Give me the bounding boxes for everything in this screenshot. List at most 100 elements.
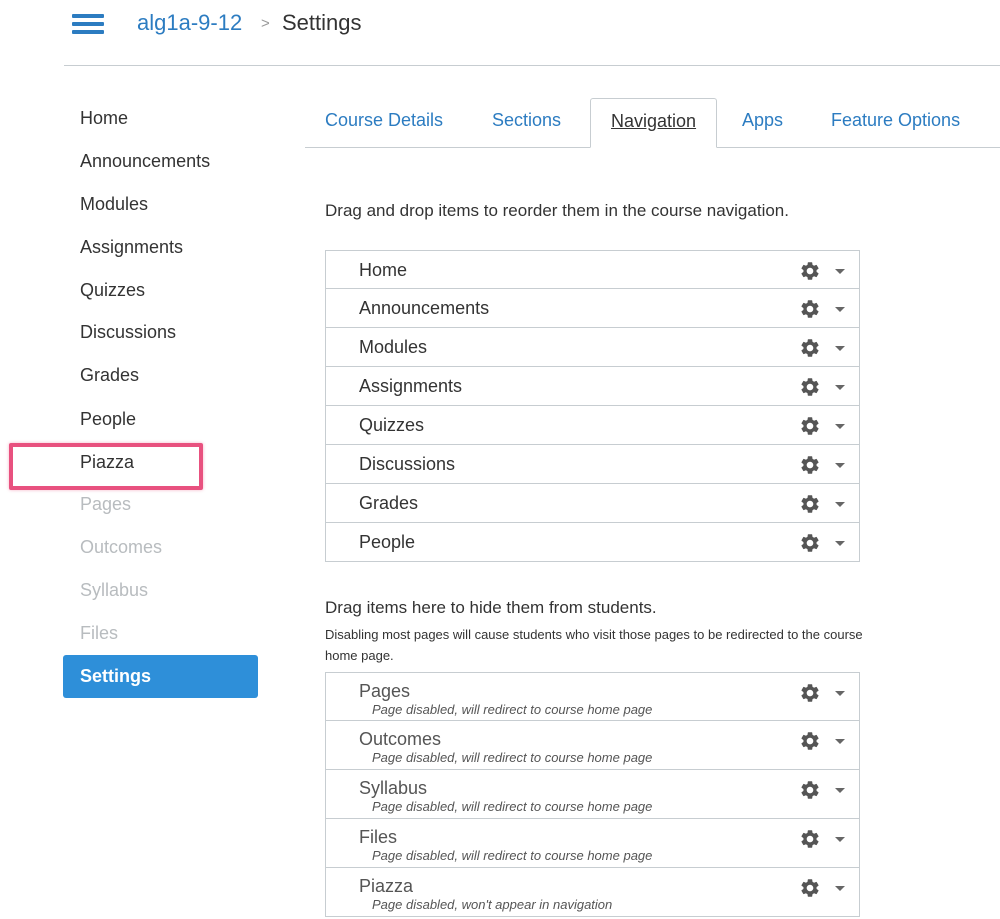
nav-item-menu-button[interactable] — [799, 415, 845, 437]
hidden-item-note: Page disabled, will redirect to course h… — [372, 702, 653, 717]
page-header: alg1a-9-12 > Settings — [0, 0, 1000, 66]
gear-icon — [801, 456, 819, 474]
hidden-item-files[interactable]: Files Page disabled, will redirect to co… — [325, 819, 860, 868]
gear-icon — [801, 830, 819, 848]
nav-item-quizzes[interactable]: Quizzes — [325, 406, 860, 445]
hidden-item-label: Piazza — [359, 876, 414, 896]
caret-down-icon — [835, 739, 845, 744]
nav-item-menu-button[interactable] — [799, 454, 845, 476]
hidden-item-label: Syllabus — [359, 778, 428, 798]
header-divider — [64, 65, 1000, 66]
nav-item-label: People — [359, 532, 416, 552]
sidebar-item-modules[interactable]: Modules — [80, 194, 148, 215]
caret-down-icon — [835, 269, 845, 274]
nav-item-menu-button[interactable] — [799, 337, 845, 359]
nav-item-label: Assignments — [359, 376, 463, 396]
nav-item-announcements[interactable]: Announcements — [325, 289, 860, 328]
sidebar-item-home[interactable]: Home — [80, 108, 128, 129]
hamburger-menu-icon[interactable] — [72, 14, 104, 34]
breadcrumb-separator-icon: > — [261, 15, 270, 32]
gear-icon — [801, 781, 819, 799]
hidden-nav-list: Pages Page disabled, will redirect to co… — [325, 672, 860, 917]
reorder-instructions: Drag and drop items to reorder them in t… — [325, 201, 789, 220]
hidden-item-syllabus[interactable]: Syllabus Page disabled, will redirect to… — [325, 770, 860, 819]
nav-item-label: Quizzes — [359, 415, 425, 435]
sidebar-item-people[interactable]: People — [80, 409, 136, 430]
hidden-item-menu-button[interactable] — [799, 877, 845, 899]
hidden-items-title: Drag items here to hide them from studen… — [325, 598, 657, 617]
caret-down-icon — [835, 307, 845, 312]
gear-icon — [801, 262, 819, 280]
hidden-item-menu-button[interactable] — [799, 682, 845, 704]
hidden-items-description: Disabling most pages will cause students… — [325, 627, 863, 663]
tab-navigation[interactable]: Navigation — [590, 98, 718, 148]
caret-down-icon — [835, 385, 845, 390]
nav-item-people[interactable]: People — [325, 523, 860, 562]
nav-item-modules[interactable]: Modules — [325, 328, 860, 367]
hidden-item-menu-button[interactable] — [799, 730, 845, 752]
nav-item-label: Modules — [359, 337, 428, 357]
gear-icon — [801, 879, 819, 897]
nav-item-label: Discussions — [359, 454, 456, 474]
tab-feature-options[interactable]: Feature Options — [831, 110, 960, 131]
caret-down-icon — [835, 788, 845, 793]
sidebar-item-pages[interactable]: Pages — [80, 494, 131, 515]
nav-item-label: Grades — [359, 493, 419, 513]
caret-down-icon — [835, 837, 845, 842]
nav-item-label: Home — [359, 260, 408, 280]
sidebar-item-announcements[interactable]: Announcements — [80, 151, 210, 172]
hidden-item-note: Page disabled, will redirect to course h… — [372, 848, 653, 863]
tab-sections[interactable]: Sections — [492, 110, 561, 131]
gear-icon — [801, 534, 819, 552]
sidebar-item-outcomes[interactable]: Outcomes — [80, 537, 162, 558]
hidden-item-menu-button[interactable] — [799, 779, 845, 801]
nav-item-menu-button[interactable] — [799, 298, 845, 320]
nav-item-menu-button[interactable] — [799, 493, 845, 515]
breadcrumb-current-page: Settings — [282, 10, 362, 35]
gear-icon — [801, 300, 819, 318]
nav-item-label: Announcements — [359, 298, 490, 318]
enabled-nav-list: Home Announcements Modules Assignments Q… — [325, 250, 860, 562]
sidebar-item-quizzes[interactable]: Quizzes — [80, 280, 145, 301]
sidebar-item-piazza[interactable]: Piazza — [80, 452, 134, 473]
caret-down-icon — [835, 463, 845, 468]
hidden-item-note: Page disabled, will redirect to course h… — [372, 750, 653, 765]
nav-item-menu-button[interactable] — [799, 260, 845, 282]
settings-tabs: Course Details Sections Navigation Apps … — [305, 98, 1000, 148]
sidebar-item-syllabus[interactable]: Syllabus — [80, 580, 148, 601]
hidden-item-piazza[interactable]: Piazza Page disabled, won't appear in na… — [325, 868, 860, 917]
caret-down-icon — [835, 346, 845, 351]
sidebar-item-files[interactable]: Files — [80, 623, 118, 644]
gear-icon — [801, 378, 819, 396]
hidden-item-menu-button[interactable] — [799, 828, 845, 850]
nav-item-grades[interactable]: Grades — [325, 484, 860, 523]
hidden-item-label: Outcomes — [359, 729, 442, 749]
hidden-item-label: Files — [359, 827, 398, 847]
breadcrumb-course-link[interactable]: alg1a-9-12 — [137, 10, 242, 36]
tab-apps[interactable]: Apps — [742, 110, 783, 131]
gear-icon — [801, 495, 819, 513]
caret-down-icon — [835, 424, 845, 429]
caret-down-icon — [835, 502, 845, 507]
caret-down-icon — [835, 691, 845, 696]
sidebar-item-discussions[interactable]: Discussions — [80, 322, 176, 343]
hidden-item-label: Pages — [359, 681, 411, 701]
caret-down-icon — [835, 886, 845, 891]
hidden-item-pages[interactable]: Pages Page disabled, will redirect to co… — [325, 672, 860, 721]
gear-icon — [801, 339, 819, 357]
nav-item-discussions[interactable]: Discussions — [325, 445, 860, 484]
nav-item-assignments[interactable]: Assignments — [325, 367, 860, 406]
nav-item-menu-button[interactable] — [799, 376, 845, 398]
tab-course-details[interactable]: Course Details — [325, 110, 443, 131]
gear-icon — [801, 732, 819, 750]
gear-icon — [801, 684, 819, 702]
sidebar-item-settings[interactable]: Settings — [63, 655, 258, 698]
sidebar-item-assignments[interactable]: Assignments — [80, 237, 183, 258]
sidebar-item-grades[interactable]: Grades — [80, 365, 139, 386]
gear-icon — [801, 417, 819, 435]
hidden-item-outcomes[interactable]: Outcomes Page disabled, will redirect to… — [325, 721, 860, 770]
hidden-item-note: Page disabled, will redirect to course h… — [372, 799, 653, 814]
hidden-item-note: Page disabled, won't appear in navigatio… — [372, 897, 613, 912]
nav-item-home[interactable]: Home — [325, 250, 860, 289]
nav-item-menu-button[interactable] — [799, 532, 845, 554]
